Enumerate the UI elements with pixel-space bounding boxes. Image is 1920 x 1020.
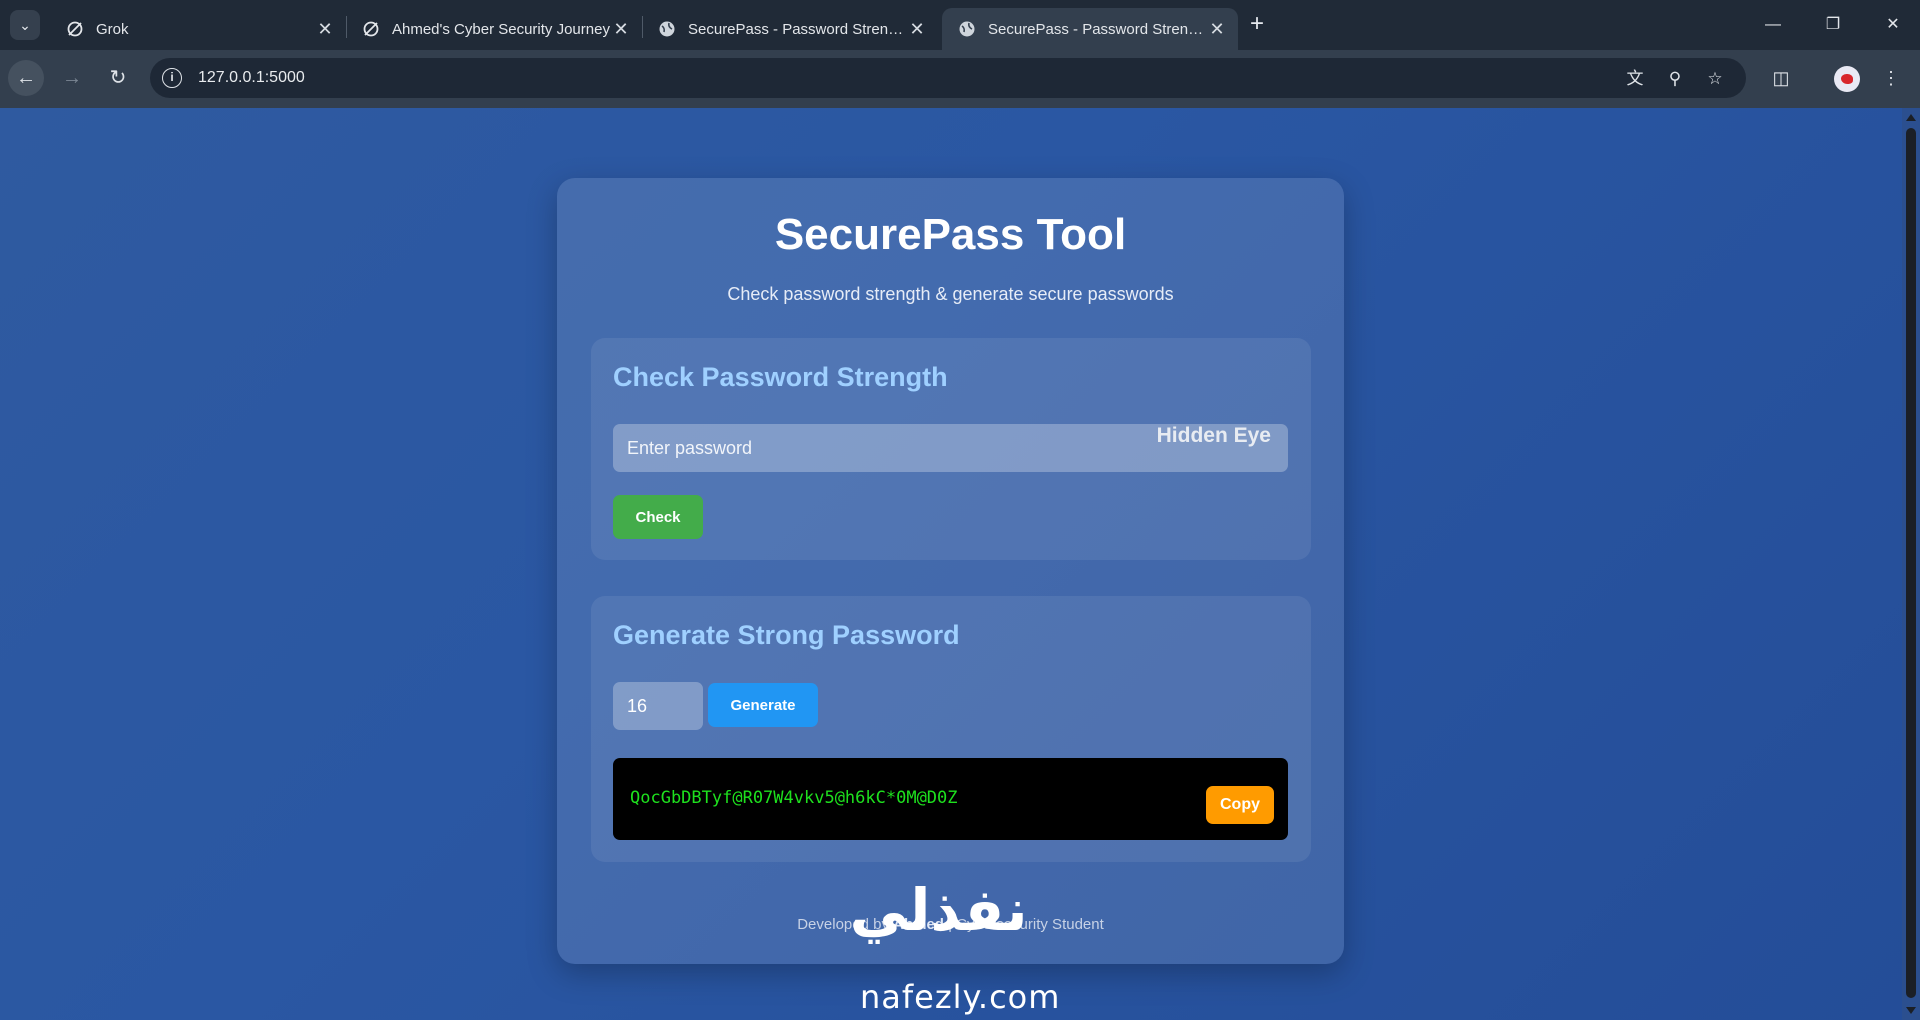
password-length-input[interactable]: 16 xyxy=(613,682,703,730)
profile-avatar[interactable] xyxy=(1834,66,1860,92)
password-input[interactable]: Enter password Hidden Eye xyxy=(613,424,1288,472)
reload-button[interactable]: ↻ xyxy=(100,60,136,96)
section-heading: Check Password Strength xyxy=(613,362,948,392)
back-button[interactable]: ← xyxy=(8,60,44,96)
tab-strip: ⌄ Grok ✕ Ahmed's Cyber Security Journey … xyxy=(0,0,1920,50)
zoom-icon[interactable]: ⚲ xyxy=(1664,68,1686,90)
generate-button[interactable]: Generate xyxy=(708,683,818,727)
generated-password-box: QocGbDBTyf@R07W4vkv5@h6kC*0M@D0Z Copy xyxy=(613,758,1288,840)
grok-icon xyxy=(362,20,380,38)
menu-dots-icon[interactable]: ⋮ xyxy=(1878,65,1904,91)
url-text: 127.0.0.1:5000 xyxy=(198,69,305,86)
generated-password: QocGbDBTyf@R07W4vkv5@h6kC*0M@D0Z xyxy=(630,788,958,808)
tab-title: Ahmed's Cyber Security Journey xyxy=(392,20,610,38)
chevron-down-icon: ⌄ xyxy=(19,16,31,33)
page-scrollbar[interactable] xyxy=(1902,108,1920,1020)
section-heading: Generate Strong Password xyxy=(613,620,960,650)
bookmark-star-icon[interactable]: ☆ xyxy=(1704,68,1726,90)
extensions-icon[interactable]: ◫ xyxy=(1768,65,1794,91)
globe-icon xyxy=(958,20,976,38)
address-bar[interactable]: i 127.0.0.1:5000 文 ⚲ ☆ xyxy=(150,58,1746,98)
page-title: SecurePass Tool xyxy=(774,210,1127,259)
watermark-latin: nafezly.com xyxy=(860,978,1061,1016)
generate-password-section: Generate Strong Password 16 Generate Qoc… xyxy=(591,596,1311,862)
copy-button[interactable]: Copy xyxy=(1206,786,1274,824)
close-icon[interactable]: ✕ xyxy=(1208,19,1226,40)
tab-search-button[interactable]: ⌄ xyxy=(10,10,40,40)
reload-icon: ↻ xyxy=(109,67,127,89)
tab-grok[interactable]: Grok ✕ xyxy=(50,8,346,50)
scrollbar-thumb[interactable] xyxy=(1906,128,1916,998)
arrow-right-icon: → xyxy=(62,67,82,89)
site-info-icon[interactable]: i xyxy=(162,68,182,88)
tab-title: SecurePass - Password Strength xyxy=(988,20,1208,38)
globe-icon xyxy=(658,20,676,38)
browser-toolbar: ← → ↻ i 127.0.0.1:5000 文 ⚲ ☆ ◫ ⋮ xyxy=(0,50,1920,108)
arrow-left-icon: ← xyxy=(16,67,36,89)
check-password-section: Check Password Strength Enter password H… xyxy=(591,338,1311,560)
new-tab-button[interactable]: + xyxy=(1244,12,1270,38)
window-close-icon[interactable]: ✕ xyxy=(1878,12,1908,38)
securepass-card: SecurePass Tool Check password strength … xyxy=(557,178,1344,964)
watermark-arabic: نفذلي xyxy=(850,876,1028,944)
password-placeholder: Enter password xyxy=(627,437,753,458)
scroll-down-icon[interactable] xyxy=(1906,1007,1916,1014)
close-icon[interactable]: ✕ xyxy=(908,19,926,40)
restore-icon[interactable]: ❐ xyxy=(1818,12,1848,38)
page-subtitle: Check password strength & generate secur… xyxy=(727,284,1174,304)
close-icon[interactable]: ✕ xyxy=(612,19,630,40)
close-icon[interactable]: ✕ xyxy=(316,19,334,40)
check-button[interactable]: Check xyxy=(613,495,703,539)
scroll-up-icon[interactable] xyxy=(1906,114,1916,121)
tab-securepass-active[interactable]: SecurePass - Password Strength ✕ xyxy=(942,8,1238,50)
minimize-icon[interactable]: — xyxy=(1758,12,1788,38)
toggle-visibility-button[interactable]: Hidden Eye xyxy=(1157,424,1271,448)
tab-title: Grok xyxy=(96,20,129,38)
tab-title: SecurePass - Password Strength xyxy=(688,20,908,38)
grok-icon xyxy=(66,20,84,38)
tab-cyber-journey[interactable]: Ahmed's Cyber Security Journey ✕ xyxy=(346,8,642,50)
tab-securepass-1[interactable]: SecurePass - Password Strength ✕ xyxy=(642,8,938,50)
translate-icon[interactable]: 文 xyxy=(1624,68,1646,90)
forward-button[interactable]: → xyxy=(54,60,90,96)
